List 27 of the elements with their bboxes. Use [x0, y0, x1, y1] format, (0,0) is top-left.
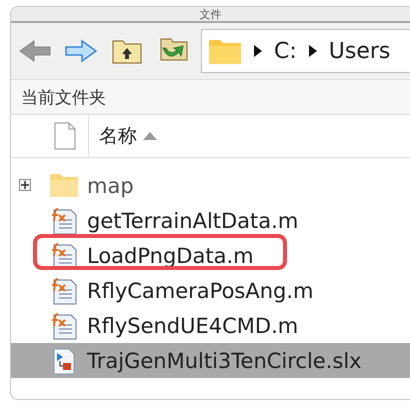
breadcrumb[interactable]: C:	[274, 38, 297, 64]
address-bar[interactable]: C: Users	[201, 29, 410, 73]
file-name: getTerrainAltData.m	[87, 208, 298, 232]
file-name: RflyCameraPosAng.m	[87, 278, 314, 302]
expand-icon[interactable]	[19, 179, 31, 191]
file-type-icon	[54, 122, 76, 150]
file-row[interactable]: LoadPngData.m	[11, 238, 410, 273]
file-name: LoadPngData.m	[87, 244, 254, 268]
file-name: map	[87, 174, 134, 198]
folder-icon	[49, 172, 79, 200]
function-file-icon	[49, 206, 79, 234]
breadcrumb[interactable]: Users	[328, 38, 390, 64]
file-row[interactable]: getTerrainAltData.m	[11, 203, 410, 238]
file-name: RflySendUE4CMD.m	[87, 314, 298, 338]
file-row[interactable]: RflyCameraPosAng.m	[11, 273, 410, 308]
panel-title: 当前文件夹	[21, 86, 106, 108]
file-row[interactable]: map	[11, 168, 410, 203]
column-header[interactable]: 名称	[89, 122, 163, 150]
window-title: 文件	[200, 9, 222, 21]
file-name: TrajGenMulti3TenCircle.slx	[87, 348, 362, 372]
function-file-icon	[49, 276, 79, 304]
separator-icon	[308, 45, 317, 57]
separator-icon	[254, 45, 262, 57]
file-row[interactable]: RflySendUE4CMD.m	[11, 308, 410, 343]
function-file-icon	[49, 312, 79, 340]
selected-row[interactable]: TrajGenMulti3TenCircle.slx	[11, 343, 410, 378]
folder-icon	[208, 37, 242, 65]
